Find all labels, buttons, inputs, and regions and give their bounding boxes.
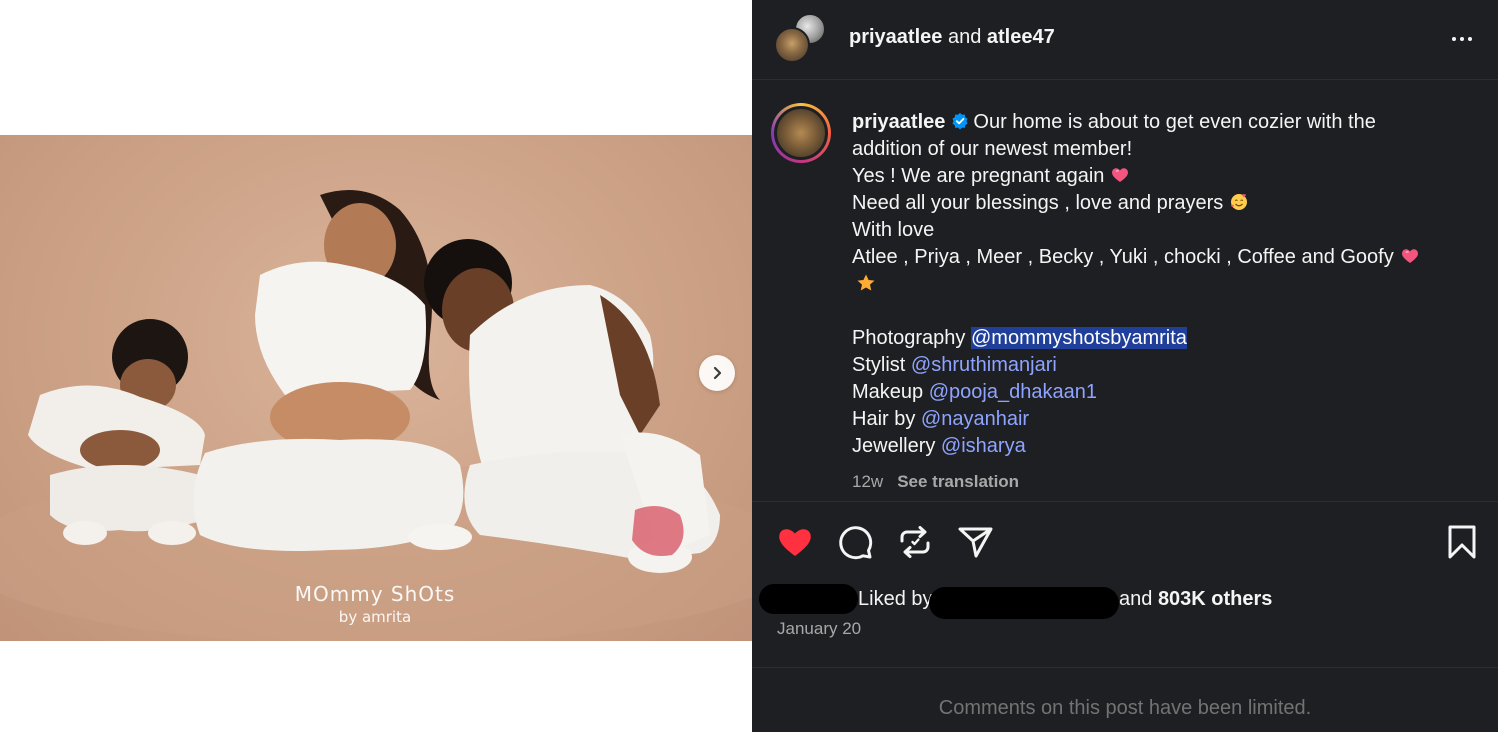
share-icon[interactable] [955, 522, 995, 562]
more-options-icon[interactable] [1447, 24, 1477, 54]
caption-line: With love [852, 219, 935, 241]
mention-link[interactable]: @isharya [941, 435, 1026, 457]
collab-authors: priyaatlee and atlee47 [849, 26, 1055, 49]
divider [752, 667, 1498, 668]
credit-label: Photography [852, 327, 966, 349]
see-translation-button[interactable]: See translation [897, 472, 1019, 491]
photo-watermark: MOmmy ShOts by amrita [290, 582, 460, 626]
avatar[interactable] [774, 27, 810, 63]
heart-emoji-icon [1112, 168, 1129, 182]
repost-icon[interactable] [895, 522, 935, 562]
credit-label: Makeup [852, 381, 924, 403]
post-details-pane: priyaatlee and atlee47 priyaatlee Our hom… [752, 0, 1498, 732]
mention-link[interactable]: @shruthimanjari [911, 354, 1057, 376]
watermark-subtitle: by amrita [338, 608, 412, 626]
caption-meta: 12w See translation [852, 472, 1019, 492]
caption-line: Yes ! We are pregnant again [852, 165, 1105, 187]
caption-line: Need all your blessings , love and praye… [852, 192, 1224, 214]
bookmark-icon[interactable] [1442, 522, 1482, 562]
author-link[interactable]: atlee47 [987, 26, 1055, 48]
credit-stylist: Stylist @shruthimanjari [852, 352, 1472, 379]
credit-label: Jewellery [852, 435, 936, 457]
comments-limited-notice: Comments on this post have been limited. [938, 697, 1312, 719]
collab-avatars[interactable] [774, 13, 828, 67]
likes-others[interactable]: 803K others [1158, 588, 1273, 610]
likes-summary[interactable]: Liked by and 803K others [759, 584, 1479, 619]
post-date[interactable]: January 20 [777, 619, 861, 639]
likes-connector: and [1119, 588, 1153, 610]
comment-icon[interactable] [835, 522, 875, 562]
post-photo[interactable]: MOmmy ShOts by amrita [0, 135, 752, 641]
watermark-title: MOmmy ShOts [294, 582, 456, 606]
author-link[interactable]: priyaatlee [849, 26, 942, 48]
mention-link[interactable]: @nayanhair [921, 408, 1029, 430]
photo-illustration [0, 190, 752, 641]
mention-link[interactable]: @pooja_dhakaan1 [929, 381, 1097, 403]
heart-icon[interactable] [775, 522, 815, 562]
redacted-avatars [759, 584, 858, 614]
likes-count[interactable]: and 803K others [1119, 588, 1272, 611]
liked-by-label: Liked by [858, 588, 933, 610]
media-pane: MOmmy ShOts by amrita [0, 0, 752, 732]
mention-link[interactable]: @mommyshotsbyamrita [970, 327, 1187, 349]
post-header: priyaatlee and atlee47 [752, 0, 1498, 80]
credit-photography: Photography @mommyshotsbyamrita [852, 325, 1472, 352]
credit-hair: Hair by @nayanhair [852, 406, 1472, 433]
author-connector: and [947, 26, 982, 48]
credit-label: Hair by [852, 408, 916, 430]
credit-label: Stylist [852, 354, 906, 376]
child-figure [28, 319, 205, 545]
star-emoji-icon [857, 274, 875, 291]
credit-makeup: Makeup @pooja_dhakaan1 [852, 379, 1472, 406]
caption-line: Atlee , Priya , Meer , Becky , Yuki , ch… [852, 246, 1394, 268]
credit-jewellery: Jewellery @isharya [852, 433, 1472, 460]
post-caption: priyaatlee Our home is about to get even … [852, 109, 1472, 460]
caption-line: addition of our newest member! [852, 138, 1133, 160]
verified-badge-icon [952, 112, 968, 130]
divider [752, 501, 1498, 502]
post-actions [752, 520, 1498, 564]
chevron-right-icon [713, 366, 722, 380]
post-age: 12w [852, 472, 884, 491]
smiling-face-with-hearts-emoji-icon [1231, 194, 1248, 210]
caption-line: Our home is about to get even cozier wit… [973, 111, 1376, 133]
redacted-username [929, 587, 1119, 619]
heart-emoji-icon [1401, 249, 1418, 263]
avatar[interactable] [771, 103, 831, 163]
caption-username[interactable]: priyaatlee [852, 111, 945, 133]
mother-figure [193, 190, 472, 551]
next-photo-button[interactable] [699, 355, 735, 391]
